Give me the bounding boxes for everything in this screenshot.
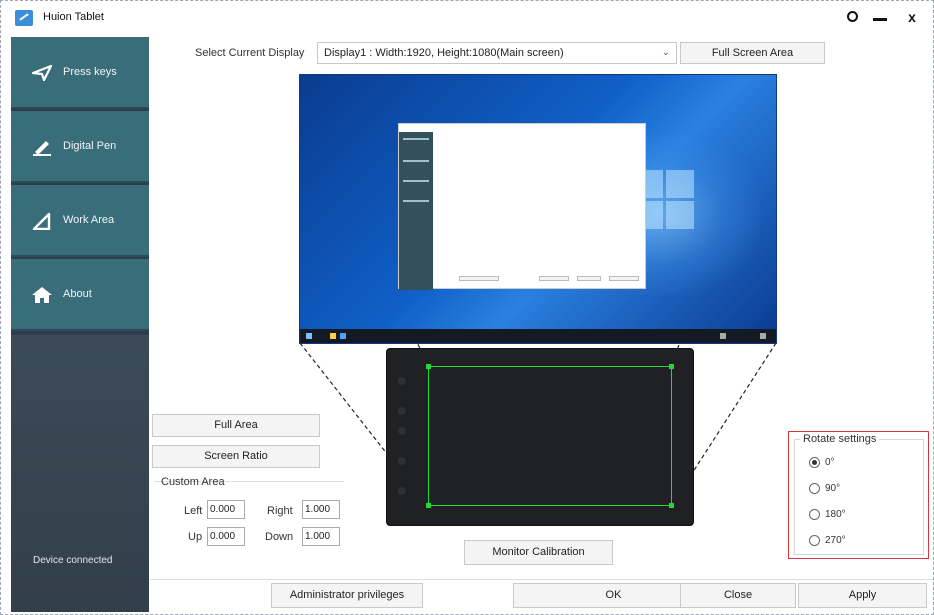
close-icon[interactable]: x [899,5,925,29]
tablet-preview [386,348,694,526]
sidebar-item-digital-pen[interactable]: Digital Pen [11,111,149,183]
sidebar: Press keys Digital Pen Work Area About D… [11,37,149,612]
radio-icon [809,535,820,546]
up-field[interactable] [207,527,245,546]
triangle-area-icon [32,212,51,230]
down-label: Down [265,531,294,543]
pen-icon [33,141,51,156]
radio-selected-icon [809,457,820,468]
monitor-calibration-button[interactable]: Monitor Calibration [464,540,613,565]
rotate-settings-title: Rotate settings [800,433,880,445]
home-icon [32,287,52,303]
preview-taskbar [300,329,776,343]
huion-tablet-window: Huion Tablet x Press keys Digital Pen Wo… [0,0,934,615]
radio-icon [809,483,820,494]
send-arrow-icon [31,64,53,82]
device-status: Device connected [33,555,113,566]
rotate-option-0[interactable]: 0° [809,457,835,473]
rotate-option-90[interactable]: 90° [809,483,840,499]
preview-app-window [398,123,646,290]
app-logo-icon [15,10,33,26]
administrator-privileges-button[interactable]: Administrator privileges [271,583,423,608]
down-field[interactable] [302,527,340,546]
sidebar-footer [11,335,149,612]
rotate-option-label: 0° [825,457,835,468]
rotate-option-label: 270° [825,535,846,546]
close-button[interactable]: Close [680,583,796,608]
display-select-label: Select Current Display [195,47,305,59]
display-select[interactable]: Display1 : Width:1920, Height:1080(Main … [317,42,677,64]
left-field[interactable] [207,500,245,519]
sidebar-item-about[interactable]: About [11,259,149,331]
rotate-option-label: 90° [825,483,841,494]
radio-icon [809,509,820,520]
rotate-option-label: 180° [825,509,846,520]
sidebar-item-label: Digital Pen [63,140,117,152]
apply-button[interactable]: Apply [798,583,927,608]
minimize-icon[interactable] [867,5,893,29]
tablet-express-keys [395,367,411,507]
title-bar: Huion Tablet x [1,1,933,35]
custom-area-title: Custom Area [161,476,225,488]
screen-ratio-button[interactable]: Screen Ratio [152,445,320,468]
sidebar-item-work-area[interactable]: Work Area [11,185,149,257]
sidebar-item-label: About [63,288,92,300]
sidebar-item-label: Work Area [63,214,115,226]
rotate-option-270[interactable]: 270° [809,535,846,551]
full-screen-area-button[interactable]: Full Screen Area [680,42,825,64]
settings-icon[interactable] [839,5,865,29]
sidebar-item-label: Press keys [63,66,117,78]
right-label: Right [267,505,293,517]
tablet-work-area[interactable] [426,364,674,508]
window-title: Huion Tablet [43,11,104,23]
up-label: Up [188,531,203,543]
full-area-button[interactable]: Full Area [152,414,320,437]
right-field[interactable] [302,500,340,519]
chevron-down-icon: ⌄ [661,47,670,58]
left-label: Left [184,505,203,517]
rotate-option-180[interactable]: 180° [809,509,846,525]
sidebar-item-press-keys[interactable]: Press keys [11,37,149,109]
display-preview [299,74,777,344]
display-select-value: Display1 : Width:1920, Height:1080(Main … [324,47,564,59]
